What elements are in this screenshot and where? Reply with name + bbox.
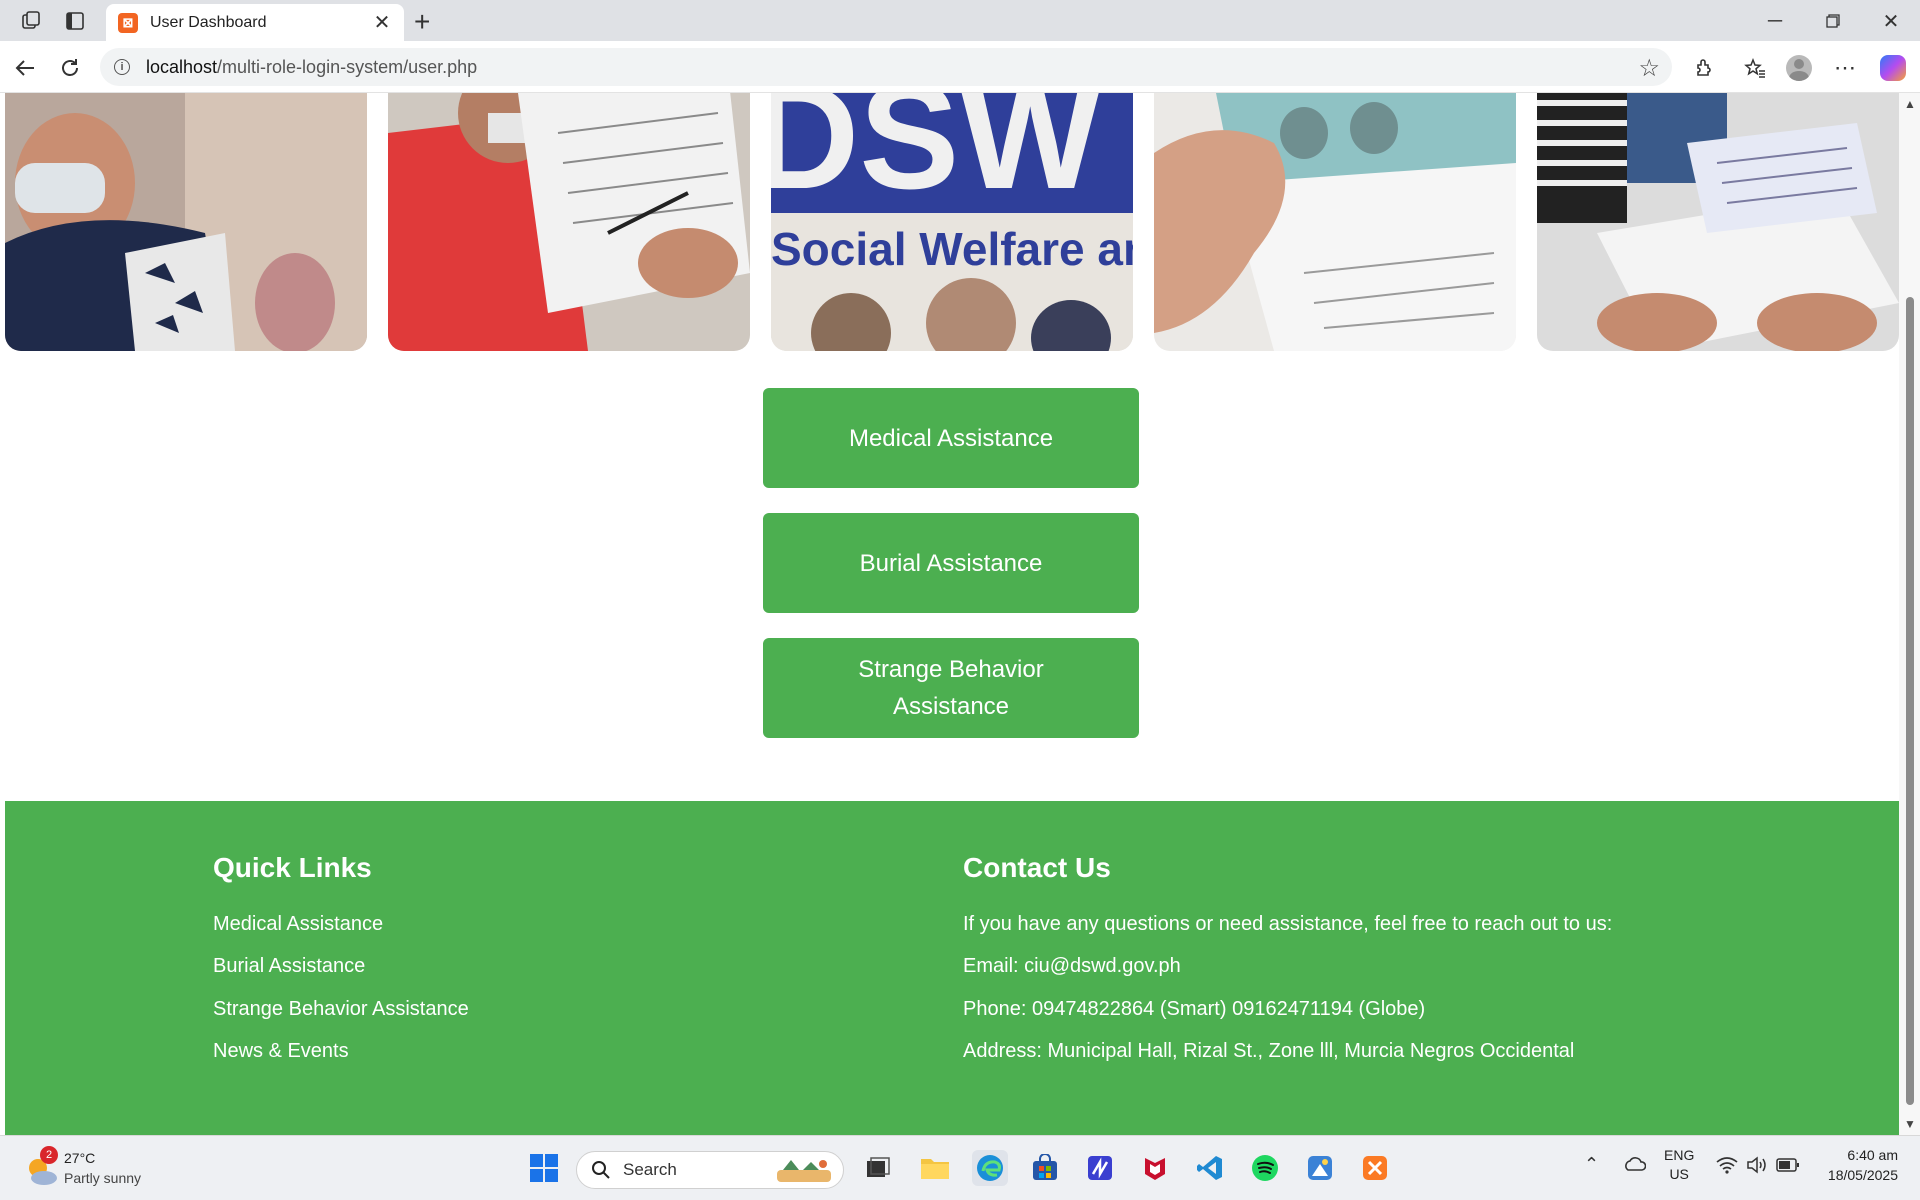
tab-user-dashboard[interactable]: ⊠ User Dashboard ✕ — [106, 4, 404, 41]
extensions-icon[interactable] — [1689, 53, 1719, 83]
footer-link-medical[interactable]: Medical Assistance — [213, 913, 383, 936]
profile-icon[interactable] — [1784, 53, 1814, 83]
minimize-icon[interactable]: ─ — [1760, 8, 1790, 34]
cash-handover-photo — [1154, 93, 1516, 351]
xampp-icon[interactable] — [1357, 1150, 1393, 1186]
footer-link-burial[interactable]: Burial Assistance — [213, 955, 365, 978]
search-placeholder: Search — [623, 1160, 677, 1179]
vpn-icon[interactable] — [1082, 1150, 1118, 1186]
mcafee-icon[interactable] — [1137, 1150, 1173, 1186]
xampp-favicon-icon: ⊠ — [118, 12, 138, 33]
medical-assistance-button[interactable]: Medical Assistance — [763, 388, 1139, 488]
clock-time: 6:40 am — [1847, 1147, 1898, 1163]
weather-desc: Partly sunny — [64, 1170, 142, 1186]
site-info-icon[interactable]: i — [114, 59, 130, 75]
contact-intro: If you have any questions or need assist… — [963, 913, 1613, 935]
weather-badge: 2 — [40, 1146, 58, 1164]
url-field[interactable]: i localhost/multi-role-login-system/user… — [100, 48, 1672, 86]
more-icon[interactable]: ⋯ — [1830, 53, 1860, 83]
paint-icon[interactable] — [1302, 1150, 1338, 1186]
refresh-icon[interactable] — [55, 53, 85, 83]
clock[interactable]: 6:40 am 18/05/2025 — [1828, 1145, 1898, 1185]
battery-icon[interactable] — [1776, 1157, 1800, 1178]
task-view-icon[interactable] — [860, 1150, 896, 1186]
edge-icon[interactable] — [972, 1150, 1008, 1186]
volume-icon[interactable] — [1746, 1156, 1768, 1179]
page-viewport: DSW Social Welfare an Medical Assistance… — [5, 93, 1899, 1135]
spotify-icon[interactable] — [1247, 1150, 1283, 1186]
back-icon[interactable] — [10, 53, 40, 83]
address-bar: i localhost/multi-role-login-system/user… — [0, 41, 1920, 93]
image-gallery: DSW Social Welfare an — [5, 93, 1899, 351]
scroll-up-icon[interactable]: ▲ — [1904, 97, 1916, 111]
copilot-icon[interactable] — [1878, 53, 1908, 83]
tab-actions-icon[interactable] — [62, 8, 88, 34]
lang-top: ENG — [1664, 1147, 1695, 1163]
document-table-photo — [1537, 93, 1899, 351]
favorites-icon[interactable] — [1740, 53, 1770, 83]
url-text[interactable]: localhost/multi-role-login-system/user.p… — [146, 57, 477, 78]
restore-icon[interactable] — [1818, 8, 1848, 34]
strange-behavior-assistance-button[interactable]: Strange Behavior Assistance — [763, 638, 1139, 738]
lang-bottom: US — [1669, 1166, 1689, 1182]
new-tab-icon[interactable]: + — [414, 6, 430, 38]
dswd-banner-photo: DSW Social Welfare an — [771, 93, 1133, 351]
start-icon[interactable] — [526, 1150, 562, 1186]
wifi-icon[interactable] — [1716, 1156, 1738, 1179]
search-icon — [592, 1161, 610, 1179]
chevron-up-icon[interactable]: ⌃ — [1584, 1154, 1599, 1175]
tab-title: User Dashboard — [150, 13, 267, 31]
contact-address: Address: Municipal Hall, Rizal St., Zone… — [963, 1040, 1575, 1062]
favorite-star-icon[interactable]: ☆ — [1638, 54, 1660, 83]
quick-links-heading: Quick Links — [213, 852, 372, 883]
contact-email: Email: ciu@dswd.gov.ph — [963, 955, 1181, 977]
clock-date: 18/05/2025 — [1827, 1167, 1898, 1183]
burial-assistance-button[interactable]: Burial Assistance — [763, 513, 1139, 613]
footer-link-news-events[interactable]: News & Events — [213, 1040, 349, 1063]
window-close-icon[interactable]: ✕ — [1876, 8, 1906, 34]
onedrive-icon[interactable] — [1622, 1154, 1647, 1177]
footer: Quick Links Medical Assistance Burial As… — [5, 801, 1899, 1135]
browser-tab-bar: ⊠ User Dashboard ✕ + ─ ✕ — [0, 0, 1920, 41]
page-scrollbar[interactable]: ▲ ▼ — [1899, 93, 1920, 1135]
store-icon[interactable] — [1027, 1150, 1063, 1186]
svg-text:Social Welfare an: Social Welfare an — [771, 223, 1133, 275]
weather-temp: 27°C — [64, 1150, 96, 1166]
people-in-masks-photo — [5, 93, 367, 351]
svg-text:DSW: DSW — [771, 93, 1101, 220]
vscode-icon[interactable] — [1192, 1150, 1228, 1186]
workspaces-icon[interactable] — [18, 8, 44, 34]
language-indicator[interactable]: ENG US — [1664, 1146, 1694, 1184]
file-explorer-icon[interactable] — [917, 1150, 953, 1186]
weather-widget[interactable]: 2 27°C Partly sunny — [24, 1146, 184, 1190]
close-tab-icon[interactable]: ✕ — [372, 10, 392, 35]
scroll-down-icon[interactable]: ▼ — [1904, 1117, 1916, 1131]
contact-us-heading: Contact Us — [963, 852, 1111, 883]
taskbar-search[interactable]: Search — [576, 1151, 844, 1189]
scroll-thumb[interactable] — [1906, 297, 1914, 1105]
footer-link-strange-behavior[interactable]: Strange Behavior Assistance — [213, 998, 469, 1021]
search-highlight-icon — [777, 1160, 831, 1182]
contact-phone: Phone: 09474822864 (Smart) 09162471194 (… — [963, 998, 1426, 1020]
taskbar: 2 27°C Partly sunny Search ⌃ ENG US 6:40… — [0, 1135, 1920, 1200]
red-vest-signing-photo — [388, 93, 750, 351]
